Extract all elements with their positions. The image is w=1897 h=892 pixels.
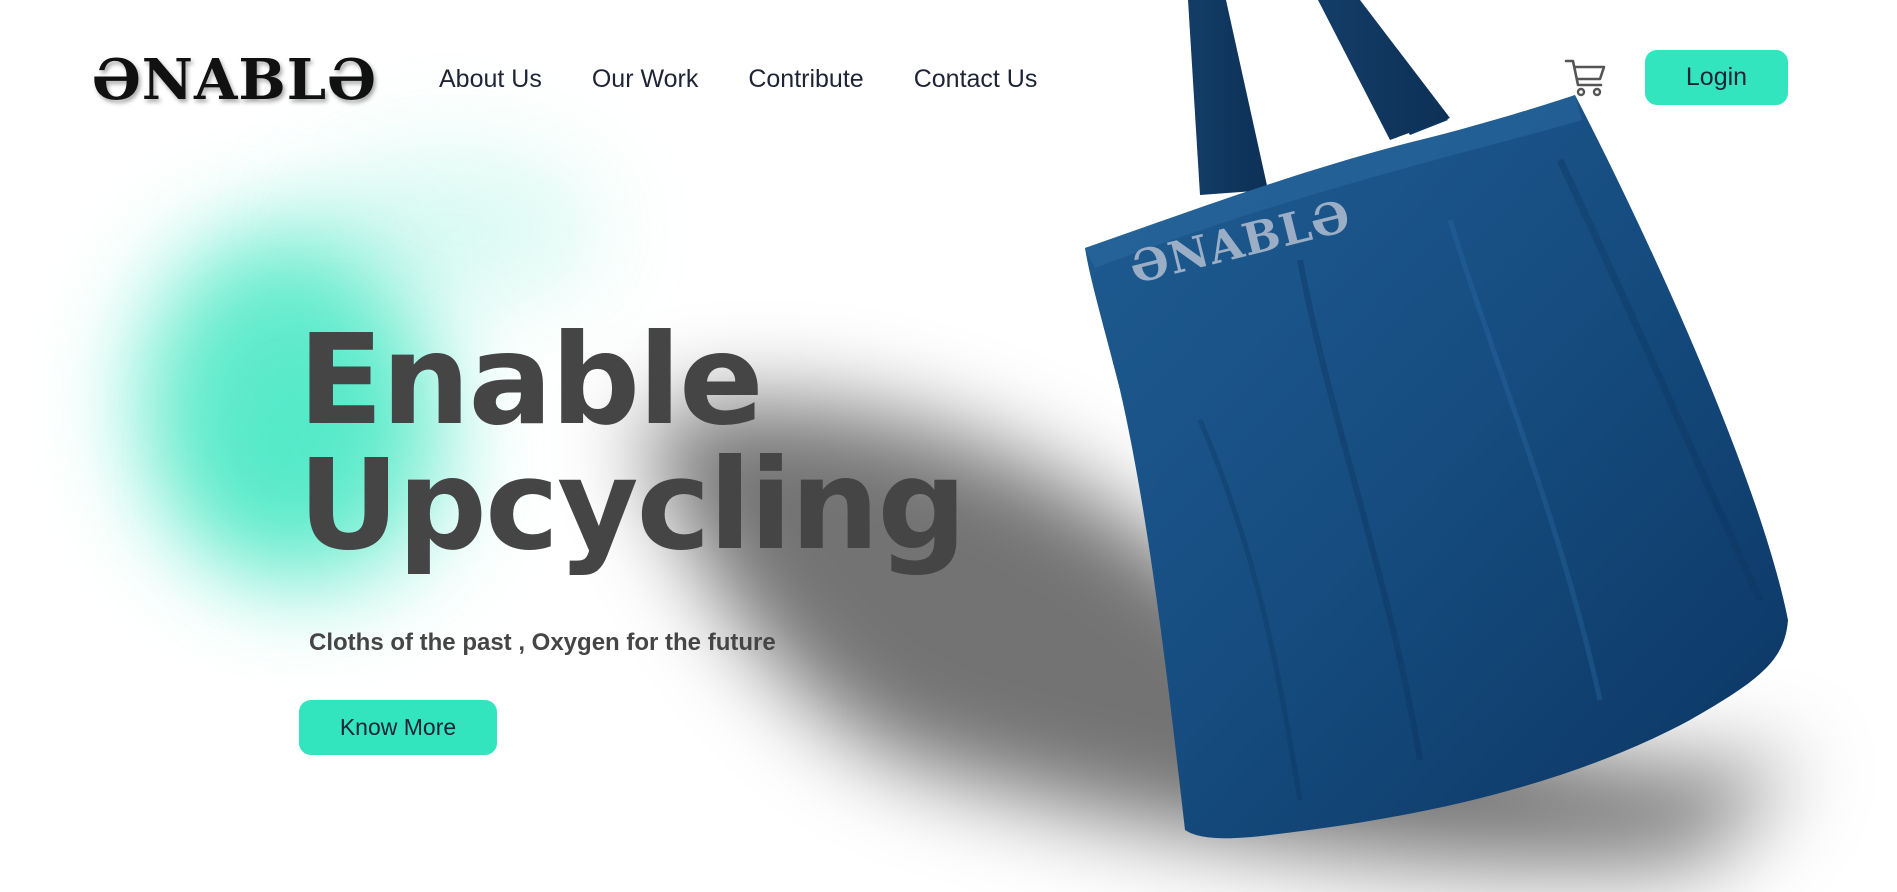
nav-our-work[interactable]: Our Work (592, 62, 699, 96)
hero-headline: Enable Upcycling (298, 308, 967, 578)
hero-headline-line2: Upcycling (298, 433, 967, 578)
brand-logo[interactable]: ƏNABLƏ (92, 48, 377, 112)
login-button[interactable]: Login (1645, 50, 1788, 105)
main-nav: About Us Our Work Contribute Contact Us (439, 62, 1037, 96)
nav-contribute[interactable]: Contribute (748, 62, 863, 96)
hero-tagline: Cloths of the past , Oxygen for the futu… (309, 629, 776, 656)
hero-headline-line1: Enable (298, 308, 764, 453)
know-more-button[interactable]: Know More (299, 700, 497, 755)
bag-logo-print: ƏNABLƏ (1125, 190, 1356, 295)
nav-contact-us[interactable]: Contact Us (914, 62, 1038, 96)
nav-about-us[interactable]: About Us (439, 62, 542, 96)
shopping-cart-icon[interactable] (1564, 55, 1608, 99)
